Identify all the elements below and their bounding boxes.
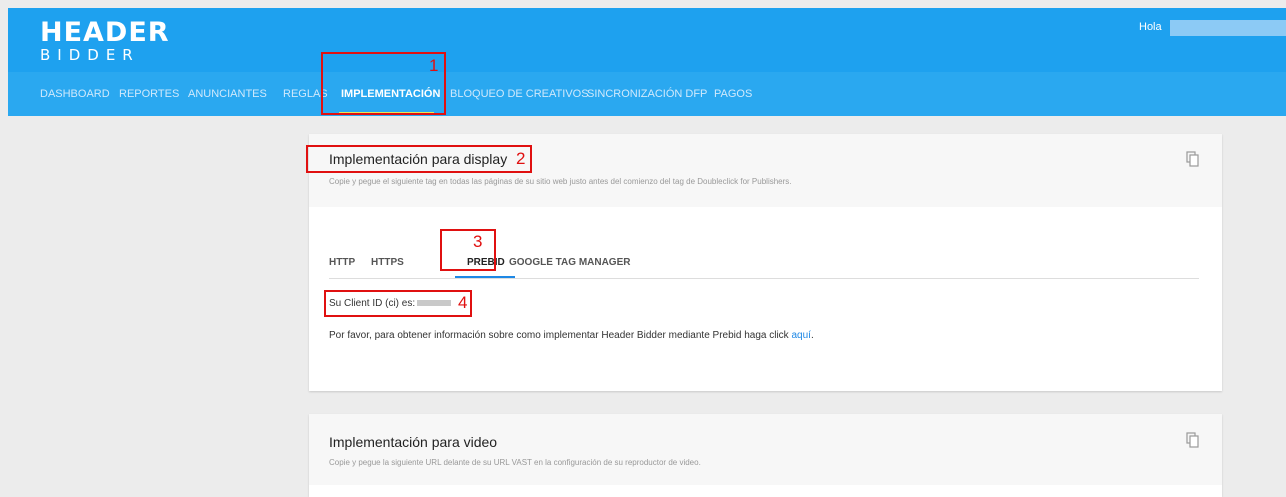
redacted-username[interactable] — [1170, 20, 1286, 36]
logo-bottom-text: BIDDER — [40, 46, 140, 64]
tab-http[interactable]: HTTP — [329, 257, 355, 268]
annotation-box-4 — [324, 290, 472, 317]
video-implementation-card: Implementación para video Copie y pegue … — [309, 414, 1222, 497]
prebid-info-message: Por favor, para obtener información sobr… — [329, 330, 789, 341]
display-card-subtitle: Copie y pegue el siguiente tag en todas … — [329, 177, 792, 186]
annotation-number-2: 2 — [516, 149, 526, 168]
nav-item-sincronizacion-dfp[interactable]: SINCRONIZACIÓN DFP — [587, 72, 707, 116]
copy-icon[interactable] — [1186, 151, 1200, 167]
active-tab-indicator — [455, 276, 515, 278]
prebid-info-link[interactable]: aquí — [791, 330, 810, 341]
nav-item-pagos[interactable]: PAGOS — [714, 72, 752, 116]
annotation-number-1: 1 — [429, 56, 439, 75]
prebid-info-text: Por favor, para obtener información sobr… — [329, 330, 814, 341]
tab-google-tag-manager[interactable]: GOOGLE TAG MANAGER — [509, 257, 630, 268]
nav-item-reportes[interactable]: REPORTES — [119, 72, 179, 116]
video-card-subtitle: Copie y pegue la siguiente URL delante d… — [329, 458, 701, 467]
video-card-title: Implementación para video — [329, 434, 498, 450]
annotation-box-1 — [321, 52, 446, 115]
annotation-box-2 — [306, 145, 532, 173]
nav-item-anunciantes[interactable]: ANUNCIANTES — [188, 72, 267, 116]
video-card-header: Implementación para video Copie y pegue … — [309, 414, 1222, 485]
copy-icon[interactable] — [1186, 432, 1200, 448]
logo-top-text: HEADER — [40, 17, 170, 48]
nav-item-bloqueo-de-creativos[interactable]: BLOQUEO DE CREATIVOS — [450, 72, 589, 116]
top-header: HEADER BIDDER Hola DASHBOARD REPORTES AN… — [8, 8, 1286, 116]
nav-item-dashboard[interactable]: DASHBOARD — [40, 72, 110, 116]
annotation-number-3: 3 — [473, 232, 483, 251]
tab-https[interactable]: HTTPS — [371, 257, 404, 268]
prebid-info-end: . — [810, 330, 814, 341]
annotation-box-3 — [440, 229, 496, 271]
main-nav: DASHBOARD REPORTES ANUNCIANTES REGLAS IM… — [8, 72, 1286, 116]
annotation-number-4: 4 — [458, 293, 468, 312]
user-greeting: Hola — [1139, 21, 1162, 33]
logo[interactable]: HEADER BIDDER — [40, 19, 170, 64]
